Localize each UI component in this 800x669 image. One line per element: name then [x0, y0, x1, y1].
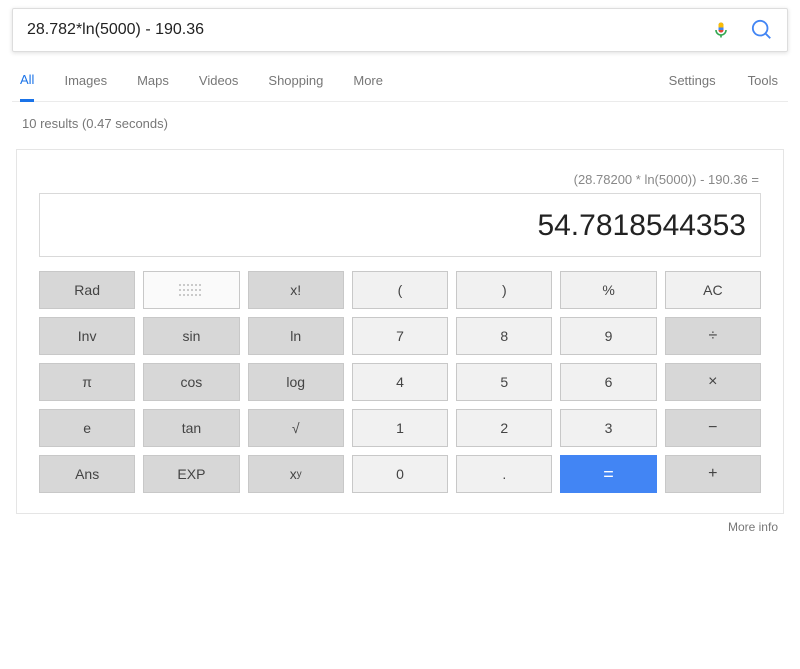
calculator: (28.78200 * ln(5000)) - 190.36 = 54.7818… — [16, 149, 784, 514]
key-cos[interactable]: cos — [143, 363, 239, 401]
calc-keypad: Rad x! ( ) % AC Inv sin ln 7 8 9 ÷ π cos… — [39, 271, 761, 493]
tab-videos[interactable]: Videos — [199, 73, 239, 100]
key-e[interactable]: e — [39, 409, 135, 447]
key-tan[interactable]: tan — [143, 409, 239, 447]
key-sin[interactable]: sin — [143, 317, 239, 355]
key-pi[interactable]: π — [39, 363, 135, 401]
key-lparen[interactable]: ( — [352, 271, 448, 309]
key-6[interactable]: 6 — [560, 363, 656, 401]
key-ac[interactable]: AC — [665, 271, 761, 309]
key-rparen[interactable]: ) — [456, 271, 552, 309]
key-ans[interactable]: Ans — [39, 455, 135, 493]
calc-result: 54.7818544353 — [39, 193, 761, 257]
key-dot[interactable]: . — [456, 455, 552, 493]
mic-icon[interactable] — [711, 20, 731, 40]
key-equals[interactable]: = — [560, 455, 656, 493]
key-rad[interactable]: Rad — [39, 271, 135, 309]
key-0[interactable]: 0 — [352, 455, 448, 493]
tab-settings[interactable]: Settings — [669, 73, 716, 100]
search-icon[interactable] — [751, 19, 773, 41]
key-power[interactable]: xy — [248, 455, 344, 493]
key-log[interactable]: log — [248, 363, 344, 401]
key-divide[interactable]: ÷ — [665, 317, 761, 355]
key-8[interactable]: 8 — [456, 317, 552, 355]
key-4[interactable]: 4 — [352, 363, 448, 401]
calc-expression: (28.78200 * ln(5000)) - 190.36 = — [39, 172, 761, 187]
tab-images[interactable]: Images — [64, 73, 107, 100]
tab-row: All Images Maps Videos Shopping More Set… — [12, 52, 788, 102]
search-bar — [12, 8, 788, 52]
key-3[interactable]: 3 — [560, 409, 656, 447]
key-9[interactable]: 9 — [560, 317, 656, 355]
key-add[interactable]: + — [665, 455, 761, 493]
key-5[interactable]: 5 — [456, 363, 552, 401]
tab-tools[interactable]: Tools — [748, 73, 778, 100]
tab-maps[interactable]: Maps — [137, 73, 169, 100]
tab-shopping[interactable]: Shopping — [268, 73, 323, 100]
key-deg[interactable] — [143, 271, 239, 309]
tab-all[interactable]: All — [20, 72, 34, 102]
key-2[interactable]: 2 — [456, 409, 552, 447]
search-input[interactable] — [27, 9, 711, 51]
key-factorial[interactable]: x! — [248, 271, 344, 309]
key-7[interactable]: 7 — [352, 317, 448, 355]
key-sqrt[interactable]: √ — [248, 409, 344, 447]
more-info-link[interactable]: More info — [12, 514, 788, 534]
key-1[interactable]: 1 — [352, 409, 448, 447]
key-inv[interactable]: Inv — [39, 317, 135, 355]
key-ln[interactable]: ln — [248, 317, 344, 355]
tab-more[interactable]: More — [353, 73, 383, 100]
key-percent[interactable]: % — [560, 271, 656, 309]
result-stats: 10 results (0.47 seconds) — [12, 102, 788, 149]
key-subtract[interactable]: − — [665, 409, 761, 447]
key-exp[interactable]: EXP — [143, 455, 239, 493]
key-multiply[interactable]: × — [665, 363, 761, 401]
